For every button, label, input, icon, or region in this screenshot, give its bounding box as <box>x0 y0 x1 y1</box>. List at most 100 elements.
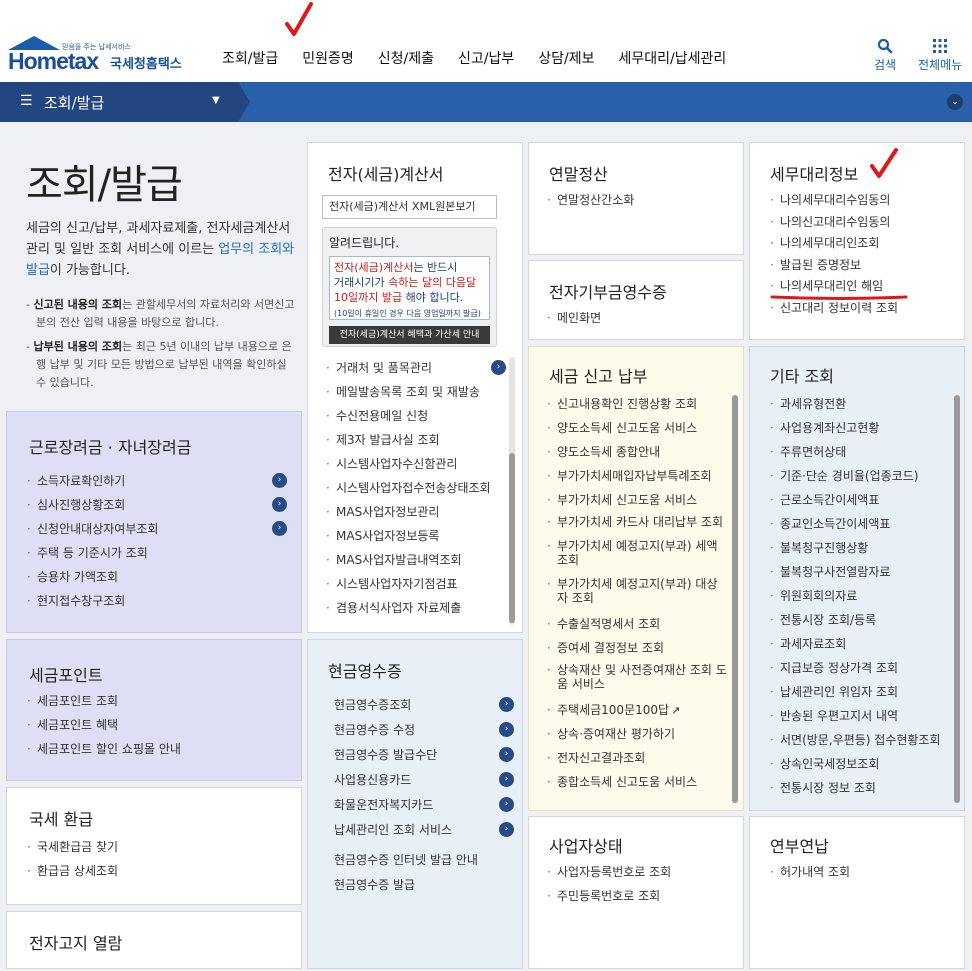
list-item[interactable]: 근로소득간이세액표 <box>770 491 954 515</box>
list-item[interactable]: 불복청구진행상황 <box>770 539 954 563</box>
list-item[interactable]: 과세유형전환 <box>770 395 954 419</box>
list-item[interactable]: 화물운전자복지카드 › <box>334 796 514 821</box>
list-item[interactable]: 주택세금100문100답↗ <box>547 701 727 725</box>
list-item[interactable]: 시스템사업자접수전송상태조회 <box>326 479 506 503</box>
list-item[interactable]: 사업자등록번호로 조회 <box>547 863 727 887</box>
gnb-consult[interactable]: 상담/제보 <box>538 48 594 70</box>
list-item[interactable]: MAS사업자정보관리 <box>326 503 506 527</box>
list-item[interactable]: 부가가치세 카드사 대리납부 조회 <box>547 515 727 539</box>
list-item[interactable]: 시스템사업자자기점검표 <box>326 575 506 599</box>
scrollbar[interactable] <box>954 395 960 803</box>
list-item[interactable]: 부가가치세 예정고지(부과) 대상자 조회 <box>547 577 727 615</box>
list-item[interactable]: 주택 등 기준시가 조회 <box>27 544 287 568</box>
search-label: 검색 <box>874 58 897 72</box>
nav-arrow-shape <box>238 82 250 122</box>
list-item[interactable]: 신청안내대상자여부조회› <box>27 520 287 544</box>
gnb-tax-agent[interactable]: 세무대리/납세관리 <box>619 48 727 70</box>
list-item[interactable]: 제3자 발급사실 조회 <box>326 431 506 455</box>
invoice-benefit-button[interactable]: 전자(세금)계산서 혜택과 가산세 안내 <box>329 326 490 344</box>
panel-title: 연부연납 <box>770 837 829 856</box>
list-item[interactable]: 납세관리인 조회 서비스 › <box>334 821 514 851</box>
list-item[interactable]: 반송된 우편고지서 내역 <box>770 707 954 731</box>
list-item[interactable]: 신고내용확인 진행상황 조회 <box>547 395 727 419</box>
list-item[interactable]: 국세환급금 찾기 <box>27 838 287 862</box>
xml-original-button[interactable]: 전자(세금)계산서 XML원본보기 <box>322 195 497 219</box>
list-item[interactable]: 서면(방문,우편등) 접수현황조회 <box>770 731 954 755</box>
panel-electronic-notice[interactable]: 전자고지 열람 <box>6 911 302 969</box>
list-item[interactable]: 납세관리인 위임자 조회 <box>770 683 954 707</box>
list-item[interactable]: 발급된 증명정보 <box>770 256 950 278</box>
list-item[interactable]: 연말정산간소화 <box>547 191 727 215</box>
list-item[interactable]: 수출실적명세서 조회 <box>547 615 727 639</box>
list-item[interactable]: 주류면허상태 <box>770 443 954 467</box>
list-item[interactable]: 현금영수증조회 › <box>334 696 514 721</box>
list-item[interactable]: 상속재산 및 사전증여재산 조회 도움 서비스 <box>547 663 727 701</box>
list-item[interactable]: 증여세 결정정보 조회 <box>547 639 727 663</box>
panel-tax-agent-info: 세무대리정보 나의세무대리수임동의 나의신고대리수임동의 나의세무대리인조회 발… <box>749 142 965 340</box>
scrollbar[interactable] <box>509 357 515 625</box>
list-item[interactable]: 기준·단순 경비율(업종코드) <box>770 467 954 491</box>
list-item[interactable]: 부가가치세 신고도움 서비스 <box>547 491 727 515</box>
list-item[interactable]: 세금포인트 혜택 <box>27 716 287 740</box>
list-item[interactable]: 세금포인트 조회 <box>27 692 287 716</box>
gnb-certificate[interactable]: 민원증명 <box>302 48 354 70</box>
list-item[interactable]: 전통시장 정보 조회 <box>770 779 954 803</box>
list-item[interactable]: 현금영수증 수정 › <box>334 721 514 746</box>
hometax-logo[interactable]: 믿음을 주는 납세서비스 Hometax 국세청홈택스 <box>6 36 196 76</box>
list-item[interactable]: 양도소득세 종합안내 <box>547 443 727 467</box>
list-item[interactable]: 소득자료확인하기› <box>27 472 287 496</box>
arrow-right-icon: › <box>272 521 287 536</box>
list-item[interactable]: 시스템사업자수신함관리 <box>326 455 506 479</box>
list-item[interactable]: 현지접수창구조회 <box>27 592 287 616</box>
list-item[interactable]: 부가가치세매입자납부특례조회 <box>547 467 727 491</box>
list-item[interactable]: 메일발송목록 조회 및 재발송 <box>326 383 506 407</box>
list-item[interactable]: 환급금 상세조회 <box>27 862 287 886</box>
list-item[interactable]: 주민등록번호로 조회 <box>547 887 727 911</box>
panel-business-status: 사업자상태 사업자등록번호로 조회 주민등록번호로 조회 <box>528 816 744 969</box>
gnb-report-pay[interactable]: 신고/납부 <box>458 48 514 70</box>
list-item[interactable]: 위원회회의자료 <box>770 587 954 611</box>
scrollbar-thumb[interactable] <box>732 395 738 803</box>
list-item[interactable]: 현금영수증 발급 <box>334 876 514 901</box>
scrollbar-thumb[interactable] <box>954 395 960 803</box>
list-item[interactable]: 전통시장 조회/등록 <box>770 611 954 635</box>
list-item[interactable]: 현금영수증 인터넷 발급 안내 <box>334 851 514 876</box>
list-item[interactable]: 과세자료조회 <box>770 635 954 659</box>
panel-title: 현금영수증 <box>328 662 402 681</box>
list-item[interactable]: 현금영수증 발급수단 › <box>334 746 514 771</box>
list-item[interactable]: MAS사업자발급내역조회 <box>326 551 506 575</box>
list-item[interactable]: 불복청구사전열람자료 <box>770 563 954 587</box>
list-item[interactable]: 허가내역 조회 <box>770 863 950 887</box>
list-item[interactable]: 부가가치세 예정고지(부과) 세액조회 <box>547 539 727 577</box>
list-item[interactable]: 메인화면 <box>547 309 727 333</box>
chevron-down-icon[interactable]: ⌄ <box>947 94 963 110</box>
list-item[interactable]: 종합소득세 신고도움 서비스 <box>547 773 727 797</box>
list-item[interactable]: 나의세무대리수임동의 <box>770 191 950 213</box>
list-item[interactable]: 겸용서식사업자 자료제출 <box>326 599 506 623</box>
list-item[interactable]: 거래처 및 품목관리› <box>326 359 506 383</box>
sub-nav-selector[interactable]: ☰ 조회/발급 ▼ <box>0 82 238 122</box>
arrow-right-icon: › <box>272 497 287 512</box>
list-item[interactable]: 심사진행상황조회› <box>27 496 287 520</box>
list-item[interactable]: 상속인국세정보조회 <box>770 755 954 779</box>
list-item[interactable]: 나의신고대리수임동의 <box>770 213 950 235</box>
list-item[interactable]: 승용차 가액조회 <box>27 568 287 592</box>
list-item[interactable]: 전자신고결과조회 <box>547 749 727 773</box>
list-item[interactable]: 상속·증여재산 평가하기 <box>547 725 727 749</box>
list-item[interactable]: 종교인소득간이세액표 <box>770 515 954 539</box>
search-button[interactable]: 검색 <box>874 38 896 73</box>
list-item[interactable]: 사업용계좌신고현황 <box>770 419 954 443</box>
scrollbar-thumb[interactable] <box>509 453 515 623</box>
gnb-lookup-issue[interactable]: 조회/발급 <box>222 48 278 70</box>
grid-menu-icon <box>918 38 962 56</box>
list-item[interactable]: MAS사업자정보등록 <box>326 527 506 551</box>
list-item[interactable]: 수신전용메일 신청 <box>326 407 506 431</box>
list-item[interactable]: 나의세무대리인조회 <box>770 234 950 256</box>
gnb-apply-submit[interactable]: 신청/제출 <box>378 48 434 70</box>
scrollbar[interactable] <box>732 395 738 803</box>
list-item[interactable]: 세금포인트 할인 쇼핑몰 안내 <box>27 740 287 764</box>
list-item[interactable]: 지급보증 정상가격 조회 <box>770 659 954 683</box>
list-item[interactable]: 양도소득세 신고도움 서비스 <box>547 419 727 443</box>
all-menu-button[interactable]: 전체메뉴 <box>918 38 962 73</box>
list-item[interactable]: 사업용신용카드 › <box>334 771 514 796</box>
